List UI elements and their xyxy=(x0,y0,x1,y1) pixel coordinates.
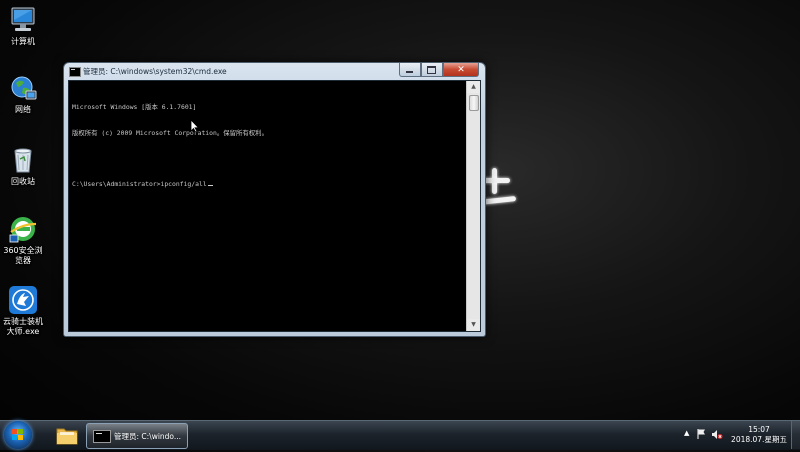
minimize-icon xyxy=(406,71,413,73)
yunqishi-installer-icon xyxy=(8,285,38,315)
360-browser-icon xyxy=(8,214,38,244)
minimize-button[interactable] xyxy=(399,63,421,77)
cmd-titlebar[interactable]: 管理员: C:\windows\system32\cmd.exe ✕ xyxy=(64,63,485,79)
show-hidden-icons-icon[interactable]: ▲ xyxy=(684,429,689,437)
desktop-icon-label: 云骑士装机大师.exe xyxy=(3,317,43,336)
taskbar-task-label: 管理员: C:\windo... xyxy=(114,432,182,441)
console-command: C:\Users\Administrator>ipconfig/all xyxy=(72,179,207,188)
cmd-window-title: 管理员: C:\windows\system32\cmd.exe xyxy=(83,67,227,76)
scroll-down-arrow-icon[interactable]: ▼ xyxy=(467,319,480,331)
mouse-pointer-icon xyxy=(190,119,200,133)
cmd-app-icon xyxy=(93,430,111,443)
console-line: Microsoft Windows [版本 6.1.7601] xyxy=(72,103,197,111)
folder-icon xyxy=(56,428,78,445)
desktop-icon-label: 网络 xyxy=(15,105,31,114)
taskbar-explorer-button[interactable] xyxy=(52,423,82,448)
start-button[interactable] xyxy=(4,421,32,449)
clock-date: 2018.07.星期五 xyxy=(731,435,787,444)
close-button[interactable]: ✕ xyxy=(443,63,479,77)
maximize-button[interactable] xyxy=(421,63,443,77)
maximize-icon xyxy=(427,66,436,74)
clock-time: 15:07 xyxy=(748,425,770,434)
desktop-icon-label: 360安全浏览器 xyxy=(3,246,43,265)
close-icon: ✕ xyxy=(457,64,465,75)
console-line: 版权所有 (c) 2009 Microsoft Corporation。保留所有… xyxy=(72,128,268,137)
console-prompt-line: C:\Users\Administrator>ipconfig/all xyxy=(72,180,467,189)
desktop-icon-recycle-bin[interactable]: 回收站 xyxy=(0,145,46,187)
console-area[interactable]: Microsoft Windows [版本 6.1.7601] 版权所有 (c)… xyxy=(68,80,481,332)
desktop-icon-yunqishi[interactable]: 云骑士装机大师.exe xyxy=(0,285,46,337)
desktop-icon-computer[interactable]: 计算机 xyxy=(0,5,46,47)
clock[interactable]: 15:07 2018.07.星期五 xyxy=(726,425,792,445)
network-icon xyxy=(8,73,38,103)
desktop-icon-network[interactable]: 网络 xyxy=(0,73,46,115)
recycle-bin-icon xyxy=(8,145,38,175)
computer-icon xyxy=(8,5,38,35)
desktop-icon-360-browser[interactable]: 360安全浏览器 xyxy=(0,214,46,266)
windows-logo-icon xyxy=(12,429,24,441)
cmd-window[interactable]: 管理员: C:\windows\system32\cmd.exe ✕ Micro… xyxy=(63,62,486,337)
desktop-icon-label: 计算机 xyxy=(11,37,35,46)
vertical-scrollbar[interactable]: ▲ ▼ xyxy=(466,81,480,331)
volume-muted-icon[interactable] xyxy=(711,429,723,440)
text-cursor xyxy=(207,184,213,186)
action-center-flag-icon[interactable] xyxy=(696,428,707,440)
taskbar-cmd-button[interactable]: 管理员: C:\windo... xyxy=(86,423,188,449)
scroll-up-arrow-icon[interactable]: ▲ xyxy=(467,81,480,93)
desktop-icon-label: 回收站 xyxy=(11,177,35,186)
console-output[interactable]: Microsoft Windows [版本 6.1.7601] 版权所有 (c)… xyxy=(69,81,467,331)
show-desktop-button[interactable] xyxy=(791,421,800,449)
cmd-app-icon xyxy=(69,67,81,77)
scroll-thumb[interactable] xyxy=(469,95,479,111)
taskbar: 管理员: C:\windo... ▲ 15:07 2018.07.星期五 xyxy=(0,420,800,450)
